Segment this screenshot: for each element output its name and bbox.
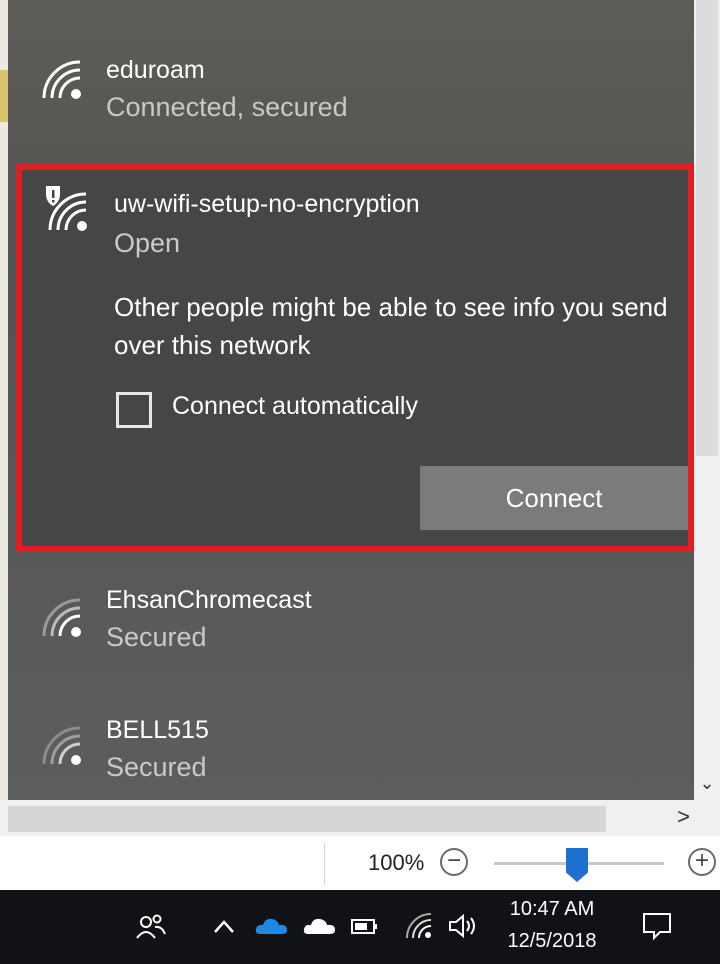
- network-status: Open: [114, 228, 181, 258]
- battery-icon[interactable]: [350, 910, 380, 942]
- network-name: eduroam: [106, 56, 205, 84]
- zoom-separator: [324, 842, 325, 886]
- horizontal-scrollbar[interactable]: >: [0, 800, 720, 836]
- clock-time[interactable]: 10:47 AM: [496, 898, 608, 921]
- clock-date[interactable]: 12/5/2018: [496, 930, 608, 953]
- vertical-scroll-thumb[interactable]: [696, 0, 718, 456]
- wifi-icon: [42, 60, 81, 99]
- onedrive-white-icon[interactable]: [302, 910, 338, 942]
- chevron-up-icon[interactable]: [212, 910, 236, 942]
- security-warning-text: Other people might be able to see info y…: [114, 292, 668, 360]
- scroll-down-arrow[interactable]: ⌄: [694, 773, 720, 794]
- network-name: uw-wifi-setup-no-encryption: [114, 190, 420, 218]
- connect-automatically-checkbox[interactable]: [116, 392, 152, 428]
- network-status: Connected, secured: [106, 92, 348, 122]
- network-name: EhsanChromecast: [106, 586, 312, 614]
- wifi-icon[interactable]: [404, 910, 434, 942]
- zoom-level: 100%: [368, 850, 425, 875]
- people-icon[interactable]: [134, 910, 166, 942]
- network-item-eduroam[interactable]: eduroam Connected, secured: [8, 0, 694, 160]
- volume-icon[interactable]: [446, 910, 480, 942]
- network-status: Secured: [106, 752, 207, 782]
- connect-button[interactable]: Connect: [420, 466, 688, 530]
- network-item-ehsanchromecast[interactable]: EhsanChromecast Secured: [8, 560, 694, 690]
- network-item-bell515[interactable]: BELL515 Secured: [8, 694, 694, 800]
- wifi-warning-icon: [46, 186, 87, 231]
- wifi-icon: [42, 726, 81, 765]
- zoom-slider-thumb[interactable]: [566, 848, 588, 882]
- network-status: Secured: [106, 622, 207, 652]
- network-name: BELL515: [106, 716, 209, 744]
- zoom-in-button[interactable]: +: [688, 848, 716, 876]
- window-accent: [0, 70, 8, 122]
- left-edge: [0, 0, 8, 800]
- vertical-scrollbar[interactable]: ⌄: [694, 0, 720, 800]
- scroll-right-arrow[interactable]: >: [677, 804, 690, 830]
- action-center-icon[interactable]: [640, 910, 674, 942]
- network-item-uw-wifi-setup[interactable]: uw-wifi-setup-no-encryption Open Other p…: [16, 164, 694, 552]
- zoom-bar: 100% − +: [0, 836, 720, 890]
- taskbar: 10:47 AM 12/5/2018: [0, 890, 720, 964]
- onedrive-blue-icon[interactable]: [254, 910, 290, 942]
- wifi-icon: [42, 598, 81, 637]
- connect-automatically-label[interactable]: Connect automatically: [172, 392, 418, 421]
- wifi-network-list: eduroam Connected, secured uw-wifi-setup…: [8, 0, 694, 800]
- horizontal-scroll-thumb[interactable]: [8, 806, 606, 832]
- zoom-out-button[interactable]: −: [440, 848, 468, 876]
